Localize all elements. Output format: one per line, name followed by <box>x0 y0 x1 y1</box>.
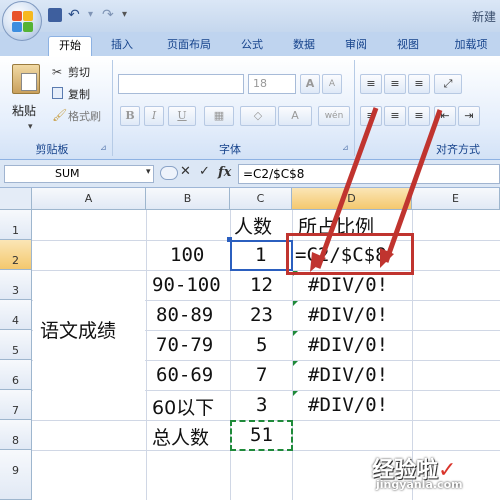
annotation-arrows <box>310 107 443 272</box>
office-button[interactable] <box>2 1 42 41</box>
office-logo-icon <box>12 11 34 33</box>
arrow-line <box>315 107 379 269</box>
arrow-line <box>383 109 443 263</box>
watermark-url: jingyanla.com <box>376 478 463 491</box>
